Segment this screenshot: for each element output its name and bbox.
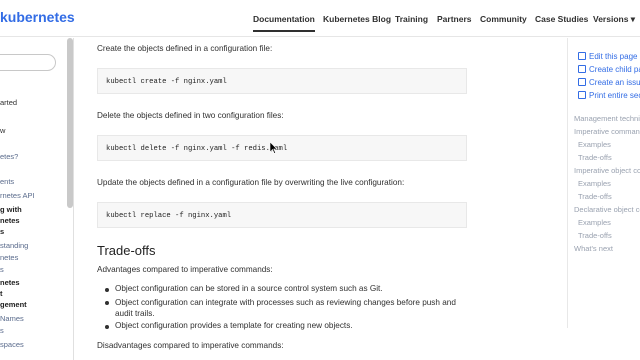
code-text: kubectl create -f nginx.yaml [106,78,227,86]
sidebar-search-input[interactable] [0,54,56,71]
code-text: kubectl replace -f nginx.yaml [106,212,232,220]
toc-item[interactable]: Management techni [574,114,640,123]
bullet-icon [105,301,109,305]
sidebar-item[interactable]: netes [0,253,18,262]
edit-page-link[interactable]: Edit this page [578,52,637,61]
sidebar-item[interactable]: standing [0,241,28,250]
sidebar-item-active[interactable]: netes [0,216,20,225]
code-text: kubectl delete -f nginx.yaml -f redis.ya… [106,145,288,153]
toc-item[interactable]: Examples [578,140,611,149]
code-block: kubectl create -f nginx.yaml [97,68,467,94]
nav-case-studies[interactable]: Case Studies [535,14,588,24]
action-label: Edit this page [589,52,638,61]
left-sidebar: arted w etes? ents rnetes API g with net… [0,38,74,360]
nav-partners[interactable]: Partners [437,14,472,24]
kubernetes-logo[interactable]: kubernetes [0,9,75,25]
nav-versions-dropdown[interactable]: Versions ▾ [593,14,635,25]
top-header: kubernetes Documentation Kubernetes Blog… [0,0,640,37]
paragraph: Disadvantages compared to imperative com… [97,341,284,350]
toc-item[interactable]: Imperative comman [574,127,640,136]
sidebar-item[interactable]: spaces [0,340,24,349]
edit-icon [578,52,586,60]
action-label: Print entire sec [589,91,640,100]
print-section-link[interactable]: Print entire sec [578,91,640,100]
create-issue-link[interactable]: Create an issue [578,78,640,87]
paragraph: Create the objects defined in a configur… [97,44,273,53]
mouse-cursor-icon [270,142,278,154]
bullet-icon [105,325,109,329]
create-child-page-link[interactable]: Create child pa [578,65,640,74]
sidebar-item[interactable]: gement [0,300,27,309]
paragraph: Advantages compared to imperative comman… [97,265,273,274]
section-heading: Trade-offs [97,243,156,258]
toc-item[interactable]: Trade-offs [578,153,612,162]
nav-community[interactable]: Community [480,14,527,24]
bullet-icon [105,288,109,292]
sidebar-item[interactable]: s [0,326,4,335]
paragraph: Delete the objects defined in two config… [97,111,284,120]
paragraph: Update the objects defined in a configur… [97,178,405,187]
sidebar-item[interactable]: netes [0,278,20,287]
code-block: kubectl replace -f nginx.yaml [97,202,467,228]
nav-documentation[interactable]: Documentation [253,14,315,32]
nav-kubernetes-blog[interactable]: Kubernetes Blog [323,14,391,24]
sidebar-item[interactable]: arted [0,98,17,107]
sidebar-item[interactable]: etes? [0,152,18,161]
print-icon [578,91,586,99]
toc-item[interactable]: Trade-offs [578,192,612,201]
toc-item[interactable]: Trade-offs [578,231,612,240]
toc-item[interactable]: Declarative object co [574,205,640,214]
list-item: Object configuration can integrate with … [115,298,456,318]
list-item: Object configuration provides a template… [115,321,353,330]
nav-training[interactable]: Training [395,14,428,24]
right-sidebar: Edit this page Create child pa Create an… [567,38,640,328]
toc-item[interactable]: Examples [578,179,611,188]
sidebar-item-active[interactable]: g with [0,205,22,214]
sidebar-item[interactable]: ents [0,177,14,186]
sidebar-scrollbar[interactable] [67,38,73,208]
sidebar-item[interactable]: w [0,126,5,135]
tasks-icon [578,78,586,86]
toc-item[interactable]: Imperative object co [574,166,640,175]
edit-icon [578,65,586,73]
list-item: Object configuration can be stored in a … [115,284,383,293]
sidebar-item[interactable]: s [0,265,4,274]
sidebar-item[interactable]: t [0,289,3,298]
action-label: Create child pa [589,65,640,74]
toc-item[interactable]: What's next [574,244,613,253]
action-label: Create an issue [589,78,640,87]
code-block: kubectl delete -f nginx.yaml -f redis.ya… [97,135,467,161]
sidebar-item-active[interactable]: s [0,227,4,236]
toc-item[interactable]: Examples [578,218,611,227]
sidebar-item[interactable]: Names [0,314,24,323]
sidebar-item[interactable]: rnetes API [0,191,35,200]
